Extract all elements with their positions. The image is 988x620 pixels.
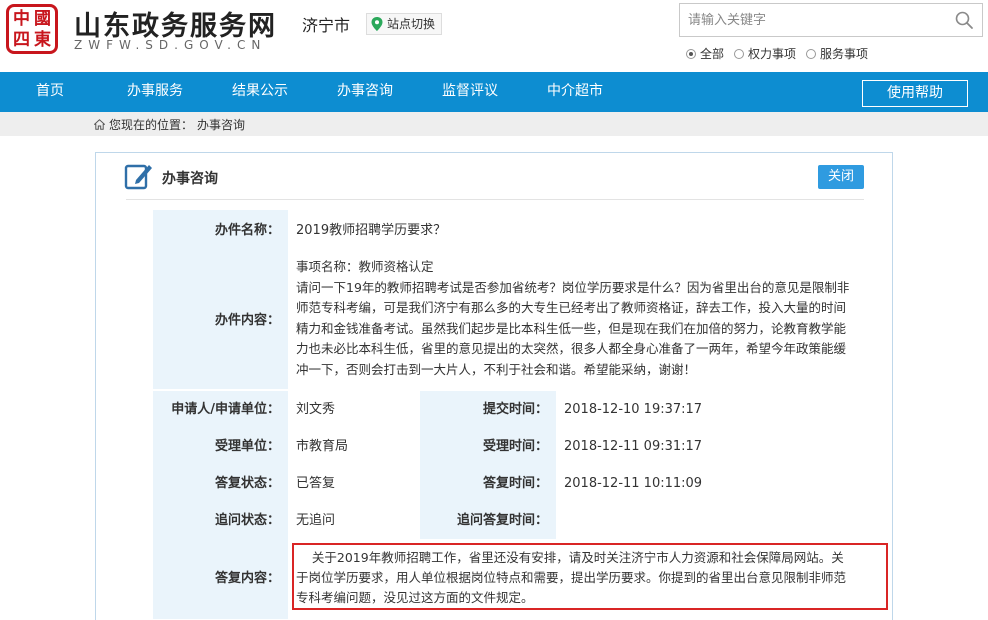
search-input[interactable]: [680, 4, 940, 36]
nav-item-home[interactable]: 首页: [36, 72, 64, 112]
breadcrumb: 您现在的位置： 办事咨询: [94, 116, 245, 133]
search-icon[interactable]: [954, 10, 974, 30]
nav-item-agency[interactable]: 中介超市: [547, 72, 603, 112]
followup-status-label: 追问状态：: [153, 502, 288, 539]
panel-title: 办事咨询: [162, 171, 218, 187]
case-content-value: 事项名称：教师资格认定 请问一下19年的教师招聘考试是否参加省统考？岗位学历要求…: [296, 257, 850, 380]
site-switch-label: 站点切换: [387, 17, 436, 31]
answer-label: 答复内容：: [153, 539, 288, 619]
followup-reply-time-label: 追问答复时间：: [420, 502, 556, 539]
site-switch-button[interactable]: 站点切换: [366, 13, 443, 35]
answer-line: 关于2019年教师招聘工作，省里还没有安排，请及时关注济宁市人力资源和社会保障局…: [296, 550, 844, 565]
search-box: [679, 3, 983, 37]
reply-status-label: 答复状态：: [153, 465, 288, 502]
content-line: 精力和金钱准备考试。虽然我们起步是比本科生低一些，但是现在我们在加倍的努力，论教…: [296, 320, 847, 336]
followup-reply-time-value: [556, 502, 564, 539]
radio-all[interactable]: [686, 48, 696, 59]
site-header: 中國 四東 山东政务服务网 ZWFW.SD.GOV.CN 济宁市 站点切换 全部…: [0, 0, 988, 72]
nav-item-services[interactable]: 办事服务: [127, 72, 183, 112]
submit-time-label: 提交时间：: [420, 391, 556, 428]
nav-item-results[interactable]: 结果公示: [232, 72, 288, 112]
content-line: 冲一下，否则会打击到一大片人，不利于社会和谐。希望能采纳，谢谢！: [296, 361, 697, 377]
site-domain: ZWFW.SD.GOV.CN: [74, 38, 267, 52]
case-name-label: 办件名称：: [153, 210, 288, 252]
accept-time-label: 受理时间：: [420, 428, 556, 465]
applicant-label: 申请人/申请单位：: [153, 391, 288, 428]
edit-icon: [124, 164, 152, 190]
answer-content: 关于2019年教师招聘工作，省里还没有安排，请及时关注济宁市人力资源和社会保障局…: [292, 543, 888, 610]
breadcrumb-current[interactable]: 办事咨询: [197, 116, 245, 133]
help-button[interactable]: 使用帮助: [862, 80, 968, 107]
consult-detail-panel: 办事咨询 关闭 办件名称： 2019教师招聘学历要求？ 办件内容： 事项名称：教…: [95, 152, 893, 620]
submit-time-value: 2018-12-10 19:37:17: [564, 402, 703, 417]
city-name: 济宁市: [302, 16, 351, 35]
search-scope-options: 全部 权力事项 服务事项: [686, 45, 868, 62]
scope-option-service[interactable]: 服务事项: [806, 45, 868, 62]
case-name-value: 2019教师招聘学历要求？: [296, 223, 447, 238]
accept-unit-value: 市教育局: [296, 439, 349, 454]
main-nav: 首页 办事服务 结果公示 办事咨询 监督评议 中介超市 使用帮助: [0, 72, 988, 112]
followup-status-value: 无追问: [296, 513, 336, 528]
case-content-label: 办件内容：: [153, 252, 288, 389]
content-line: 力也未必比本科生低，省里的意见提出的太突然，很多人都全身心准备了一两年，希望今年…: [296, 341, 847, 356]
panel-header: 办事咨询 关闭: [96, 153, 892, 200]
scope-option-power[interactable]: 权力事项: [734, 45, 796, 62]
content-line: 事项名称：教师资格认定: [296, 259, 434, 274]
reply-time-value: 2018-12-11 10:11:09: [564, 476, 703, 491]
site-logo-seal[interactable]: 中國 四東: [6, 4, 58, 54]
answer-line: 于岗位学历要求，用人单位根据岗位特点和需要，提出学历要求。你提到的省里出台意见限…: [296, 570, 847, 585]
nav-item-consult[interactable]: 办事咨询: [337, 72, 393, 112]
applicant-value: 刘文秀: [296, 402, 336, 417]
scope-option-all[interactable]: 全部: [686, 45, 724, 62]
reply-status-value: 已答复: [296, 476, 336, 491]
breadcrumb-prefix: 您现在的位置：: [109, 118, 194, 132]
breadcrumb-bar: 您现在的位置： 办事咨询: [0, 112, 988, 136]
answer-line: 专科考编问题，没见过这方面的文件规定。: [296, 590, 534, 605]
reply-time-label: 答复时间：: [420, 465, 556, 502]
location-pin-icon: [371, 17, 383, 31]
content-line: 请问一下19年的教师招聘考试是否参加省统考？岗位学历要求是什么？因为省里出台的意…: [296, 279, 850, 295]
radio-service[interactable]: [806, 48, 817, 59]
home-icon[interactable]: [94, 119, 105, 130]
accept-time-value: 2018-12-11 09:31:17: [564, 439, 703, 454]
nav-item-supervision[interactable]: 监督评议: [442, 72, 498, 112]
radio-power[interactable]: [734, 48, 745, 59]
content-line: 师范专科考编，可是我们济宁有那么多的大专生已经考出了教师资格证，辞去工作，投入大…: [296, 300, 847, 315]
close-button[interactable]: 关闭: [818, 165, 864, 189]
header-divider: [126, 199, 864, 200]
accept-unit-label: 受理单位：: [153, 428, 288, 465]
